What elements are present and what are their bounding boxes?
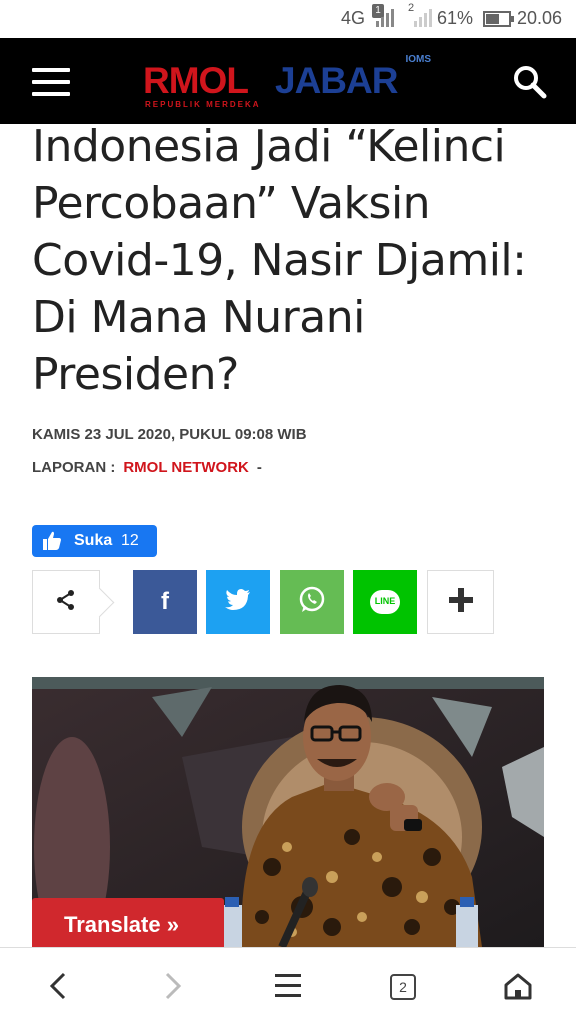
network-type: 4G xyxy=(341,8,366,28)
like-button[interactable]: Suka 12 xyxy=(32,525,157,557)
status-bar: 4G 1 2 61% 20.06 xyxy=(0,0,576,38)
logo-jabar: JABAR xyxy=(275,60,398,101)
twitter-share-button[interactable] xyxy=(206,570,270,634)
more-share-button[interactable] xyxy=(427,570,494,634)
article-reporter: LAPORAN : RMOL NETWORK - xyxy=(32,459,262,476)
back-icon[interactable] xyxy=(38,966,78,1006)
battery-percent: 61% xyxy=(437,8,474,28)
reporter-suffix: - xyxy=(256,459,262,476)
signal-1-icon xyxy=(372,9,396,27)
line-share-button[interactable]: LINE xyxy=(353,570,417,634)
browser-bottom-nav: 2 xyxy=(0,947,576,1024)
like-label: Suka xyxy=(74,532,113,549)
forward-icon[interactable] xyxy=(153,966,193,1006)
clock: 20.06 xyxy=(517,8,563,28)
plus-icon xyxy=(448,587,474,617)
site-logo[interactable]: RMOL JABAR REPUBLIK MERDEKA IOMS xyxy=(143,54,433,112)
reporter-link[interactable]: RMOL NETWORK xyxy=(123,459,249,476)
article-date: KAMIS 23 JUL 2020, PUKUL 09:08 WIB xyxy=(32,426,307,443)
translate-button[interactable]: Translate » xyxy=(32,898,224,948)
battery-icon xyxy=(483,11,514,27)
logo-tagline: REPUBLIK MERDEKA xyxy=(145,100,261,109)
article-title: Indonesia Jadi “Kelinci Percobaan” Vaksi… xyxy=(32,121,527,400)
thumbs-up-icon xyxy=(42,531,62,551)
line-icon: LINE xyxy=(370,590,400,614)
reporter-label: LAPORAN : xyxy=(32,459,116,476)
whatsapp-share-button[interactable] xyxy=(280,570,344,634)
facebook-share-button[interactable]: f xyxy=(133,570,197,634)
whatsapp-icon xyxy=(298,586,326,618)
logo-rmol: RMOL xyxy=(143,60,249,101)
share-icon xyxy=(54,588,78,616)
share-button[interactable] xyxy=(32,570,100,634)
menu-icon[interactable] xyxy=(268,966,308,1006)
tabs-icon[interactable]: 2 xyxy=(390,974,416,1000)
hamburger-icon[interactable] xyxy=(32,68,70,96)
facebook-icon: f xyxy=(161,588,169,615)
line-icon-text: LINE xyxy=(374,596,396,606)
site-header: RMOL JABAR REPUBLIK MERDEKA IOMS xyxy=(0,38,576,124)
twitter-icon xyxy=(225,589,251,615)
signal-2-icon xyxy=(408,9,434,27)
logo-network: IOMS xyxy=(405,54,431,65)
home-icon[interactable] xyxy=(498,966,538,1006)
like-count: 12 xyxy=(121,532,139,549)
search-icon[interactable] xyxy=(513,65,547,99)
